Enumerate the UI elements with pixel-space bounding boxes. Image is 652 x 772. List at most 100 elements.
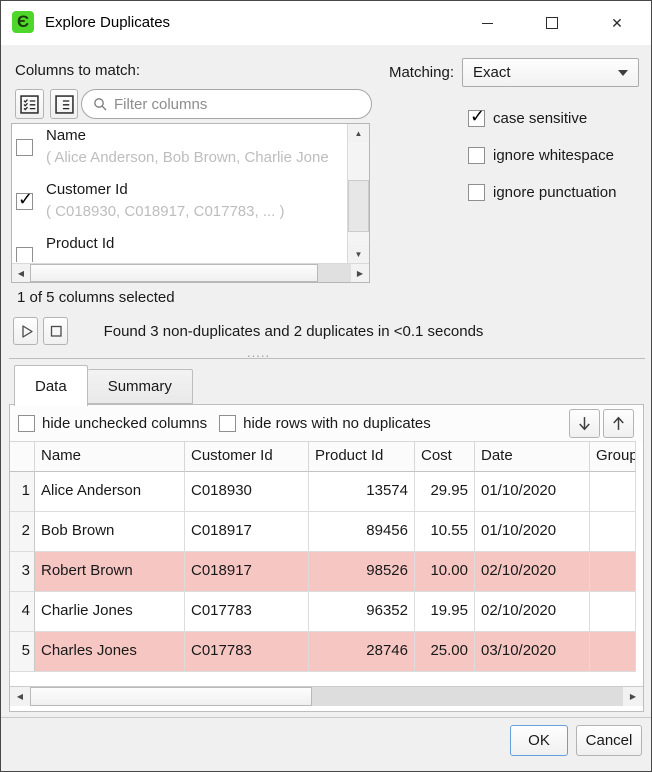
table-row[interactable]: 2 Bob Brown C018917 89456 10.55 01/10/20… [10,512,636,552]
stop-button[interactable] [43,317,68,345]
table-header-cell[interactable]: Name [35,441,185,472]
scroll-left-button[interactable]: ◀ [12,264,30,282]
matching-option-checkbox[interactable] [468,147,485,164]
matching-option[interactable]: case sensitive [468,100,616,137]
customer-id-cell[interactable]: C018917 [185,512,309,552]
table-option-checkbox[interactable] [18,415,35,432]
table-header-cell[interactable]: Group [590,441,636,472]
date-cell[interactable]: 01/10/2020 [475,512,590,552]
cost-cell[interactable]: 29.95 [415,472,475,512]
cost-cell[interactable]: 10.55 [415,512,475,552]
name-cell[interactable]: Charlie Jones [35,592,185,632]
group-cell[interactable] [590,632,636,672]
run-button[interactable] [13,317,38,345]
table-option-checkbox[interactable] [219,415,236,432]
customer-id-cell[interactable]: C017783 [185,592,309,632]
cancel-button[interactable]: Cancel [576,725,642,756]
matching-option-checkbox[interactable] [468,110,485,127]
group-cell[interactable] [590,472,636,512]
product-id-cell[interactable]: 28746 [309,632,415,672]
scrollbar-track[interactable] [30,264,351,282]
customer-id-cell[interactable]: C018917 [185,552,309,592]
columns-list-vertical-scrollbar[interactable]: ▲ ▼ [347,124,369,263]
group-cell[interactable] [590,512,636,552]
group-cell[interactable] [590,592,636,632]
previous-duplicate-button[interactable] [603,409,634,438]
column-list-item[interactable]: Customer Id ( C018930, C018917, C017783,… [12,178,347,232]
table-header-cell[interactable]: Customer Id [185,441,309,472]
table-option[interactable]: hide unchecked columns [18,415,207,432]
tab[interactable]: Summary [88,369,193,404]
close-button[interactable]: ✕ [594,7,640,39]
name-cell[interactable]: Robert Brown [35,552,185,592]
vertical-scrollbar-thumb[interactable] [348,180,369,232]
next-duplicate-button[interactable] [569,409,600,438]
table-header-cell[interactable]: Cost [415,441,475,472]
customer-id-cell[interactable]: C018930 [185,472,309,512]
column-name: Product Id [46,235,114,252]
scroll-up-button[interactable]: ▲ [348,124,369,142]
table-option[interactable]: hide rows with no duplicates [219,415,431,432]
horizontal-scrollbar-thumb[interactable] [30,687,312,706]
column-list-item[interactable]: Product Id [12,232,347,262]
cost-cell[interactable]: 10.00 [415,552,475,592]
scroll-left-button[interactable]: ◀ [10,687,30,706]
splitter[interactable] [9,358,645,359]
cost-cell[interactable]: 19.95 [415,592,475,632]
play-icon [16,321,36,341]
column-list-item[interactable]: Name ( Alice Anderson, Bob Brown, Charli… [12,124,347,178]
cost-cell[interactable]: 25.00 [415,632,475,672]
table-option-label: hide rows with no duplicates [243,415,431,432]
column-checkbox[interactable] [16,247,33,262]
title-bar[interactable]: Є Explore Duplicates ✕ [1,1,651,45]
name-cell[interactable]: Charles Jones [35,632,185,672]
matching-option[interactable]: ignore whitespace [468,137,616,174]
name-cell[interactable]: Alice Anderson [35,472,185,512]
matching-dropdown[interactable]: Exact [462,58,639,87]
maximize-button[interactable] [529,7,575,39]
ok-button[interactable]: OK [510,725,568,756]
product-id-cell[interactable]: 96352 [309,592,415,632]
customer-id-cell[interactable]: C017783 [185,632,309,672]
matching-options: case sensitive ignore whitespace ignore … [468,100,616,211]
filter-columns-input[interactable]: Filter columns [81,89,372,119]
row-number-cell: 5 [10,632,35,672]
product-id-cell[interactable]: 98526 [309,552,415,592]
table-row[interactable]: 4 Charlie Jones C017783 96352 19.95 02/1… [10,592,636,632]
scrollbar-track[interactable] [30,687,623,706]
splitter-handle-icon: ..... [247,345,270,360]
table-header-cell[interactable]: Date [475,441,590,472]
search-icon [92,96,108,112]
scroll-right-button[interactable]: ▶ [351,264,369,282]
group-cell[interactable] [590,552,636,592]
table-row[interactable]: 3 Robert Brown C018917 98526 10.00 02/10… [10,552,636,592]
date-cell[interactable]: 03/10/2020 [475,632,590,672]
product-id-cell[interactable]: 13574 [309,472,415,512]
table-header-cell[interactable]: Product Id [309,441,415,472]
date-cell[interactable]: 01/10/2020 [475,472,590,512]
window-title: Explore Duplicates [45,14,170,31]
column-checkbox[interactable] [16,139,33,156]
table-row[interactable]: 5 Charles Jones C017783 28746 25.00 03/1… [10,632,636,672]
matching-option-label: case sensitive [493,110,587,127]
row-number-cell: 4 [10,592,35,632]
scroll-right-button[interactable]: ▶ [623,687,643,706]
scroll-left-icon: ◀ [17,692,23,701]
product-id-cell[interactable]: 89456 [309,512,415,552]
uncheck-all-columns-button[interactable] [50,89,78,119]
table-row[interactable]: 1 Alice Anderson C018930 13574 29.95 01/… [10,472,636,512]
tab-bar: Data Summary [14,365,193,405]
date-cell[interactable]: 02/10/2020 [475,552,590,592]
scroll-down-button[interactable]: ▼ [348,245,369,263]
check-all-columns-button[interactable] [15,89,44,119]
minimize-button[interactable] [464,7,510,39]
date-cell[interactable]: 02/10/2020 [475,592,590,632]
matching-option[interactable]: ignore punctuation [468,174,616,211]
table-horizontal-scrollbar[interactable]: ◀ ▶ [10,686,643,706]
column-checkbox[interactable] [16,193,33,210]
columns-list-horizontal-scrollbar[interactable]: ◀ ▶ [12,263,369,282]
matching-option-checkbox[interactable] [468,184,485,201]
horizontal-scrollbar-thumb[interactable] [30,264,318,282]
tab[interactable]: Data [14,365,88,406]
name-cell[interactable]: Bob Brown [35,512,185,552]
